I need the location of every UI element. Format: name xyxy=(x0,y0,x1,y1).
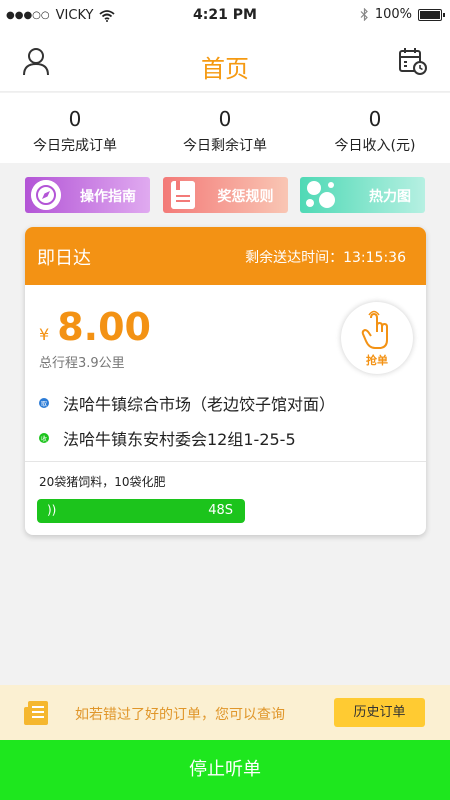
operation-guide-button[interactable]: 操作指南 xyxy=(25,177,150,213)
grab-order-button[interactable]: 抢单 xyxy=(341,302,413,374)
currency-symbol: ¥ xyxy=(39,325,50,344)
stat-value: 0 xyxy=(218,107,232,131)
page-title: 首页 xyxy=(201,55,249,83)
tip-text: 如若错过了好的订单，您可以查询 xyxy=(75,707,285,723)
order-card[interactable]: 即日达 剩余送达时间：13:15:36 ¥ 8.00 总行程3.9公里 抢单 取… xyxy=(25,227,426,535)
history-orders-button[interactable]: 历史订单 xyxy=(334,698,425,727)
voice-countdown-bar[interactable]: )) 48S xyxy=(37,499,245,523)
stat-remaining-orders: 0 今日剩余订单 xyxy=(150,93,300,163)
rewards-rules-button[interactable]: 奖惩规则 xyxy=(162,177,288,213)
rulebook-icon xyxy=(170,181,195,209)
card-divider xyxy=(25,461,426,462)
remaining-delivery-time: 剩余送达时间：13:15:36 xyxy=(245,247,406,267)
stat-income: 0 今日收入(元) xyxy=(300,93,450,163)
rewards-rules-label: 奖惩规则 xyxy=(217,189,274,205)
price-amount: 8.00 xyxy=(57,305,151,349)
heatmap-button[interactable]: 热力图 xyxy=(300,177,425,213)
voice-signal-icon: )) xyxy=(47,503,57,517)
tap-hand-icon xyxy=(361,310,388,349)
stop-listening-button[interactable]: 停止听单 xyxy=(0,740,450,800)
compass-icon xyxy=(31,180,61,210)
trip-distance: 总行程3.9公里 xyxy=(39,356,125,371)
order-card-header: 即日达 剩余送达时间：13:15:36 xyxy=(25,227,426,285)
status-bar: ●●●○○ VICKY 4:21 PM 100% xyxy=(0,0,450,32)
pickup-badge: 取 xyxy=(39,398,49,408)
dropoff-badge: 收 xyxy=(39,433,49,443)
remaining-time-value: 13:15:36 xyxy=(343,250,406,266)
stat-value: 0 xyxy=(368,107,382,131)
battery-icon xyxy=(418,8,445,21)
dropoff-address-row: 收 法哈牛镇东安村委会12组1-25-5 xyxy=(39,426,296,450)
stat-label: 今日剩余订单 xyxy=(183,138,267,154)
goods-description: 20袋猪饲料，10袋化肥 xyxy=(39,475,166,489)
stat-completed-orders: 0 今日完成订单 xyxy=(0,93,150,163)
remaining-time-label: 剩余送达时间： xyxy=(245,250,344,266)
pickup-address-row: 取 法哈牛镇综合市场（老边饺子馆对面） xyxy=(39,391,335,415)
grab-order-label: 抢单 xyxy=(366,354,388,367)
heatmap-label: 热力图 xyxy=(369,189,411,205)
stat-label: 今日收入(元) xyxy=(334,138,416,154)
newspaper-icon xyxy=(24,701,48,725)
heatmap-icon xyxy=(306,181,335,208)
calendar-clock-icon[interactable] xyxy=(398,46,428,76)
status-right: 100% xyxy=(360,7,445,22)
history-tip-bar: 如若错过了好的订单，您可以查询 历史订单 xyxy=(0,685,450,740)
bluetooth-icon xyxy=(360,8,368,21)
daily-stats: 0 今日完成订单 0 今日剩余订单 0 今日收入(元) xyxy=(0,93,450,163)
stat-value: 0 xyxy=(68,107,82,131)
order-price: ¥ 8.00 xyxy=(39,305,151,349)
stat-label: 今日完成订单 xyxy=(33,138,117,154)
quick-actions: 操作指南 奖惩规则 热力图 xyxy=(25,177,425,213)
countdown-seconds: 48S xyxy=(208,503,233,518)
battery-percent: 100% xyxy=(374,7,412,22)
nav-bar: 首页 xyxy=(0,32,450,92)
pickup-address: 法哈牛镇综合市场（老边饺子馆对面） xyxy=(63,395,336,414)
dropoff-address: 法哈牛镇东安村委会12组1-25-5 xyxy=(63,430,296,449)
order-type: 即日达 xyxy=(37,248,91,269)
operation-guide-label: 操作指南 xyxy=(80,189,136,205)
